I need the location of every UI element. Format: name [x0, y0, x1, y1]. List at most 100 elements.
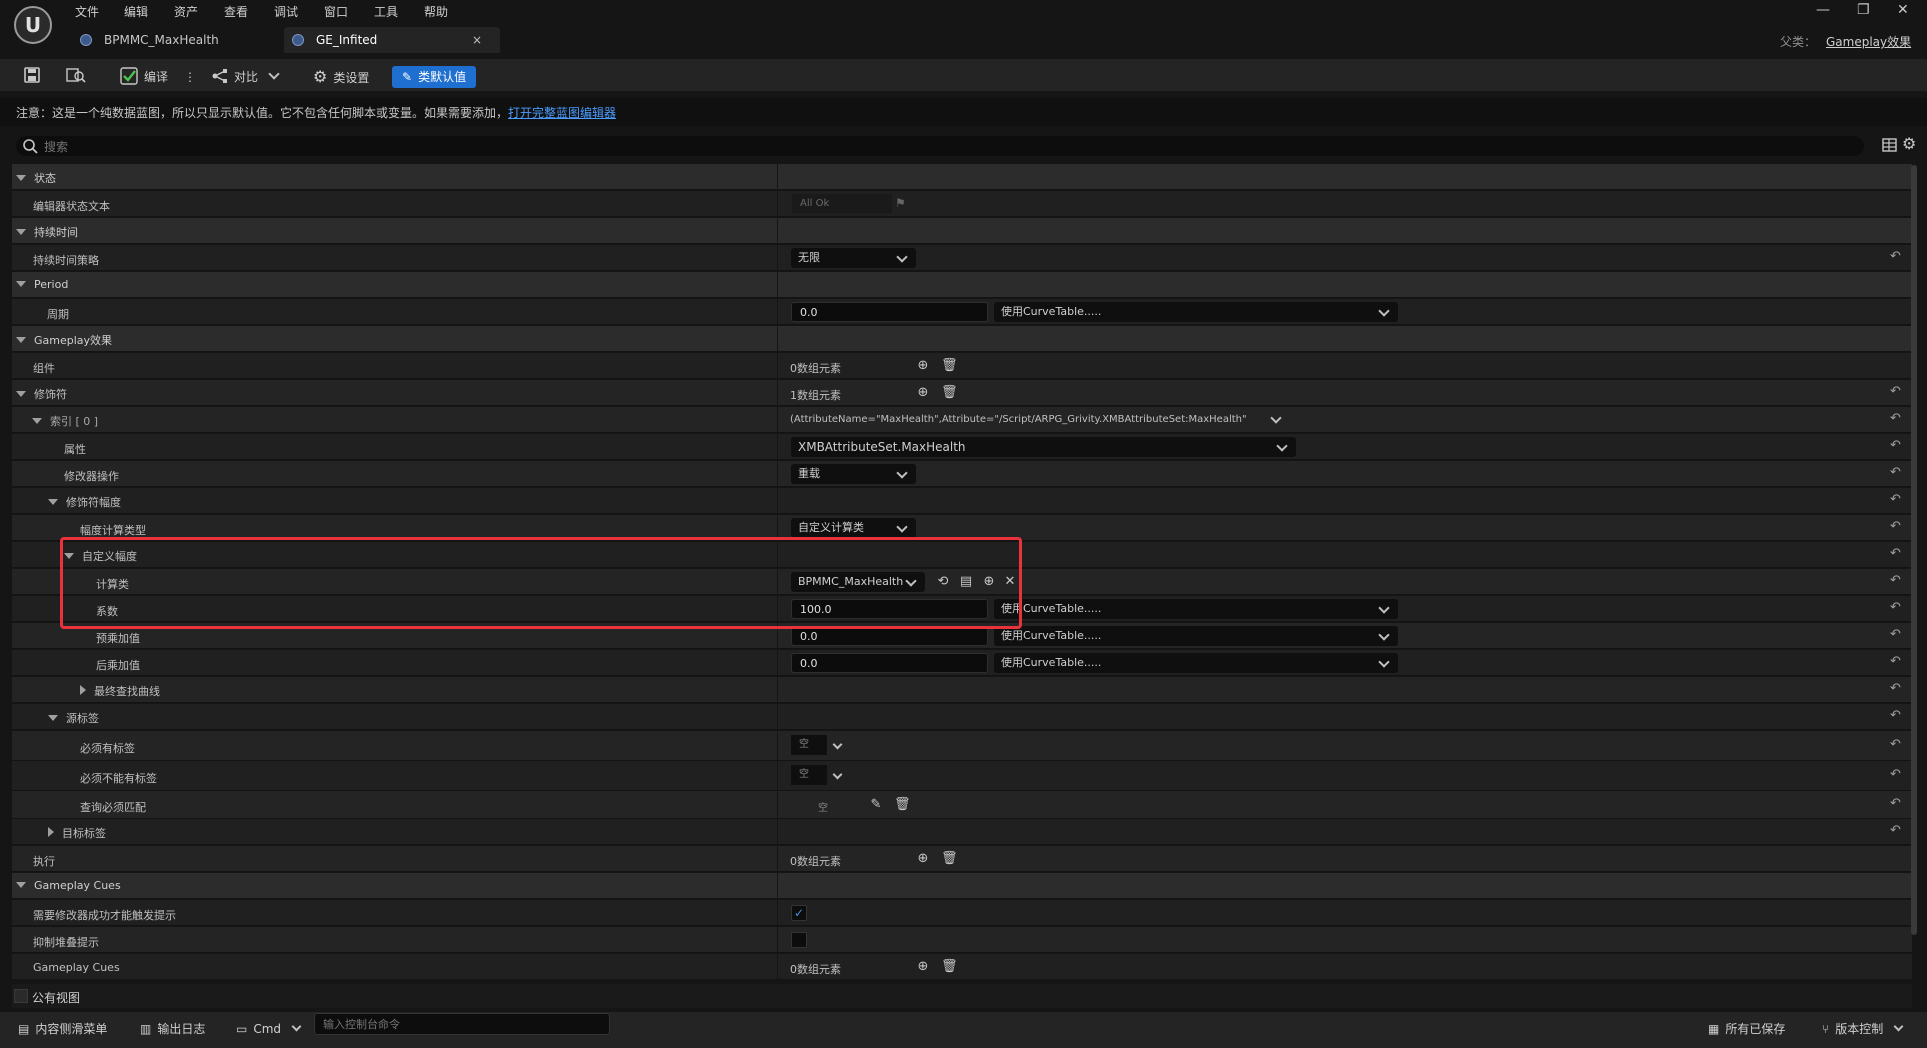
menu-assets[interactable]: 资产: [174, 3, 198, 20]
close-tab-icon[interactable]: ×: [472, 27, 482, 53]
magnitude-calc-type-dropdown[interactable]: 自定义计算类: [791, 518, 916, 538]
modifier-op-dropdown[interactable]: 重载: [791, 464, 916, 484]
suppress-stacking-checkbox[interactable]: [791, 932, 807, 948]
tag-container-field[interactable]: 空: [791, 765, 827, 785]
menu-window[interactable]: 窗口: [324, 3, 348, 20]
category-gameplay-cues[interactable]: Gameplay Cues: [12, 873, 1912, 899]
post-multiply-curve-table-dropdown[interactable]: 使用CurveTable.....: [994, 653, 1398, 673]
delete-icon[interactable]: 🗑: [941, 385, 958, 401]
reset-arrow-icon[interactable]: ↶: [1890, 384, 1901, 399]
content-drawer-button[interactable]: ▤ 内容侧滑菜单: [18, 1018, 107, 1040]
unreal-logo-icon[interactable]: U: [14, 6, 52, 44]
reset-arrow-icon[interactable]: ↶: [1890, 654, 1901, 669]
require-modifier-success-checkbox[interactable]: ✓: [791, 905, 807, 921]
menu-debug[interactable]: 调试: [274, 3, 298, 20]
coefficient-curve-table-dropdown[interactable]: 使用CurveTable.....: [994, 599, 1398, 619]
save-icon[interactable]: [24, 67, 40, 83]
reset-arrow-icon[interactable]: ↶: [1890, 681, 1901, 696]
pre-multiply-curve-table-dropdown[interactable]: 使用CurveTable.....: [994, 626, 1398, 646]
cmd-dropdown[interactable]: ▭ Cmd: [236, 1018, 302, 1040]
menu-tools[interactable]: 工具: [374, 3, 398, 20]
reset-arrow-icon[interactable]: ↶: [1890, 600, 1901, 615]
highlight-box: [60, 537, 1022, 629]
add-element-icon[interactable]: ⊕: [915, 851, 931, 867]
array-count: 1数组元素: [790, 389, 841, 402]
reset-arrow-icon[interactable]: ↶: [1890, 519, 1901, 534]
tab-ge-infited[interactable]: GE_Infited ×: [284, 27, 500, 53]
details-scrollbar[interactable]: [1911, 165, 1917, 935]
add-element-icon[interactable]: ⊕: [915, 385, 931, 401]
row-modifiers[interactable]: 修饰符 1数组元素 ⊕ 🗑 ↶: [12, 380, 1912, 406]
reset-arrow-icon[interactable]: ↶: [1890, 796, 1901, 811]
source-control-button[interactable]: ⑂ 版本控制: [1822, 1018, 1904, 1040]
delete-icon[interactable]: 🗑: [941, 358, 958, 374]
minimize-button[interactable]: —: [1816, 2, 1830, 18]
source-control-label: 版本控制: [1835, 1022, 1884, 1036]
browse-icon[interactable]: [66, 67, 86, 83]
chevron-down-icon[interactable]: [832, 769, 843, 780]
row-duration-policy: 持续时间策略 无限 ↶: [12, 245, 1912, 271]
reset-arrow-icon[interactable]: ↶: [1890, 438, 1901, 453]
row-final-lookup-curve[interactable]: 最终查找曲线 ↶: [12, 677, 1912, 703]
category-state[interactable]: 状态: [12, 164, 1912, 190]
row-post-multiply: 后乘加值 0.0 使用CurveTable..... ↶: [12, 650, 1912, 676]
chevron-down-icon[interactable]: [1270, 412, 1282, 424]
period-input[interactable]: 0.0: [791, 302, 988, 322]
parent-class-link[interactable]: Gameplay效果: [1826, 33, 1911, 50]
category-duration[interactable]: 持续时间: [12, 218, 1912, 244]
chevron-down-icon[interactable]: [832, 739, 843, 750]
tab-bpmmc-maxhealth[interactable]: BPMMC_MaxHealth: [72, 27, 290, 53]
menu-file[interactable]: 文件: [75, 3, 99, 20]
class-defaults-button[interactable]: ✎ 类默认值: [392, 66, 477, 88]
reset-arrow-icon[interactable]: ↶: [1890, 737, 1901, 752]
tab-label: BPMMC_MaxHealth: [104, 33, 219, 47]
reset-arrow-icon[interactable]: ↶: [1890, 465, 1901, 480]
row-modifier-magnitude[interactable]: 修饰符幅度 ↶: [12, 488, 1912, 514]
row-target-tags[interactable]: 目标标签 ↶: [12, 819, 1912, 845]
row-modifier-index-0[interactable]: 索引 [ 0 ] (AttributeName="MaxHealth",Attr…: [12, 407, 1912, 433]
reset-arrow-icon[interactable]: ↶: [1890, 411, 1901, 426]
category-gameplay-effect[interactable]: Gameplay效果: [12, 326, 1912, 352]
edit-pencil-icon[interactable]: ✎: [868, 797, 884, 813]
reset-arrow-icon[interactable]: ↶: [1890, 249, 1901, 264]
diff-button[interactable]: 对比: [212, 66, 280, 88]
delete-icon[interactable]: 🗑: [941, 851, 958, 867]
menu-help[interactable]: 帮助: [424, 3, 448, 20]
delete-icon[interactable]: 🗑: [941, 959, 958, 975]
open-full-blueprint-editor-link[interactable]: 打开完整蓝图编辑器: [508, 106, 616, 120]
more-options-icon[interactable]: ⋮: [184, 66, 196, 88]
reset-arrow-icon[interactable]: ↶: [1890, 627, 1901, 642]
row-source-tags[interactable]: 源标签 ↶: [12, 704, 1912, 730]
reset-arrow-icon[interactable]: ↶: [1890, 492, 1901, 507]
output-log-button[interactable]: ▥ 输出日志: [140, 1018, 205, 1040]
reset-arrow-icon[interactable]: ↶: [1890, 573, 1901, 588]
table-view-icon[interactable]: [1882, 137, 1898, 153]
reset-arrow-icon[interactable]: ↶: [1890, 546, 1901, 561]
search-input[interactable]: [42, 137, 1846, 157]
reset-arrow-icon[interactable]: ↶: [1890, 823, 1901, 838]
property-label: 目标标签: [62, 827, 106, 840]
close-window-button[interactable]: ✕: [1897, 2, 1909, 18]
post-multiply-input[interactable]: 0.0: [791, 653, 988, 673]
pre-multiply-input[interactable]: 0.0: [791, 626, 988, 646]
category-period[interactable]: Period: [12, 272, 1912, 298]
console-command-input[interactable]: [314, 1013, 610, 1035]
period-curve-table-dropdown[interactable]: 使用CurveTable.....: [994, 302, 1398, 322]
menu-edit[interactable]: 编辑: [124, 3, 148, 20]
settings-gear-icon[interactable]: ⚙: [1902, 134, 1916, 153]
reset-arrow-icon[interactable]: ↶: [1890, 767, 1901, 782]
attribute-dropdown[interactable]: XMBAttributeSet.MaxHealth: [791, 437, 1296, 457]
delete-icon[interactable]: 🗑: [894, 797, 911, 813]
public-view-checkbox[interactable]: [14, 989, 28, 1003]
menu-view[interactable]: 查看: [224, 3, 248, 20]
add-element-icon[interactable]: ⊕: [915, 358, 931, 374]
class-settings-button[interactable]: ⚙ 类设置: [313, 66, 369, 88]
add-element-icon[interactable]: ⊕: [915, 959, 931, 975]
tag-container-field[interactable]: 空: [791, 735, 827, 755]
reset-arrow-icon[interactable]: ↶: [1890, 708, 1901, 723]
editor-state-field: All Ok: [792, 194, 892, 213]
duration-policy-dropdown[interactable]: 无限: [791, 248, 916, 268]
compile-button[interactable]: 编译: [120, 66, 168, 88]
restore-button[interactable]: ❐: [1857, 2, 1870, 18]
all-saved-button[interactable]: ▦ 所有已保存: [1708, 1018, 1785, 1040]
